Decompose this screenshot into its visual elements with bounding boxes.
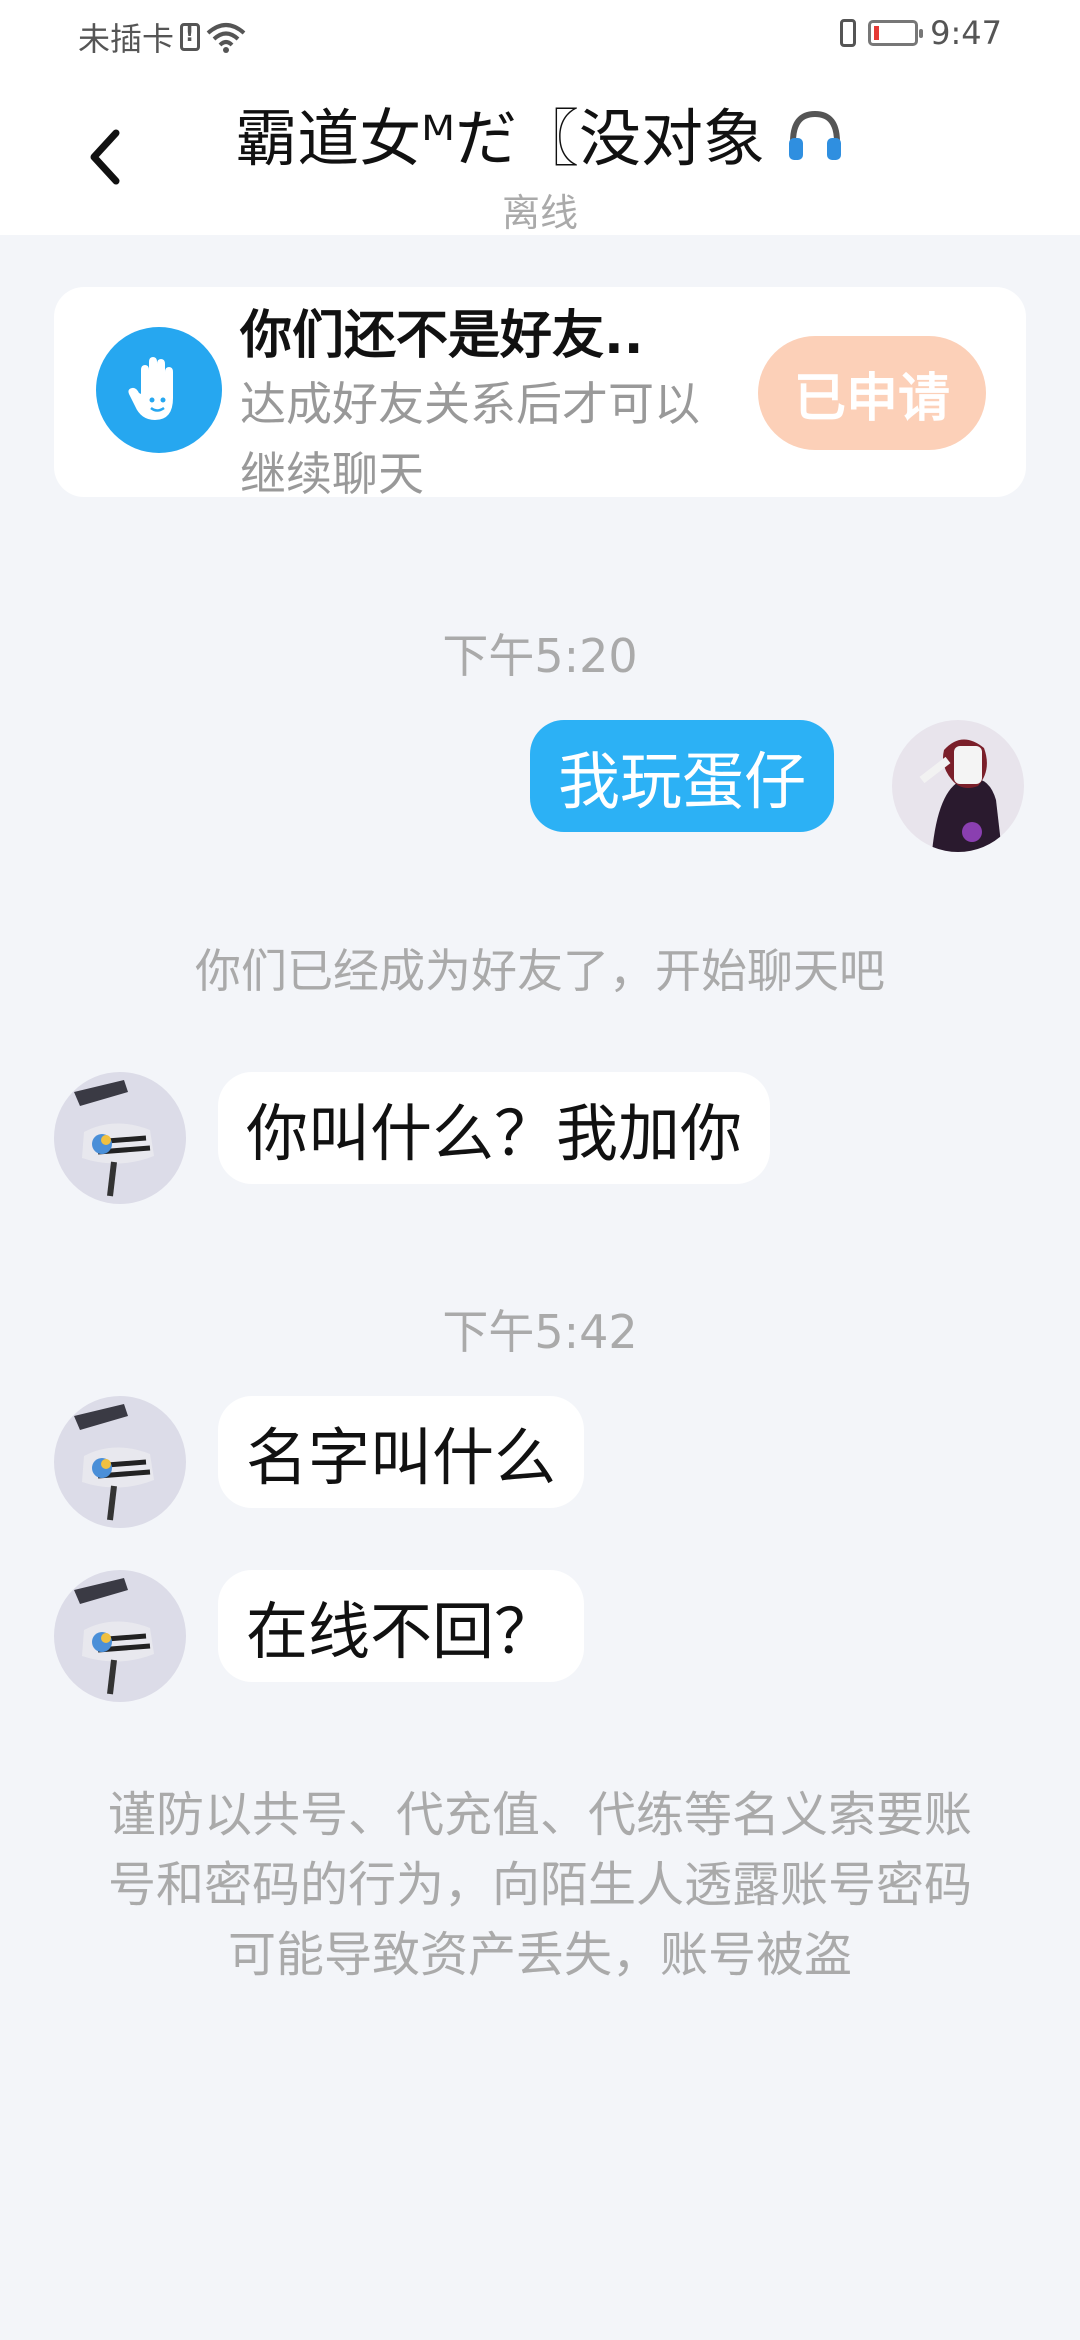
online-status: 离线 <box>501 191 578 235</box>
title-wrap: 霸道女ᴹだ〖没对象 离线 <box>140 88 940 237</box>
wave-icon-circle <box>96 327 222 453</box>
contact-avatar[interactable] <box>54 1396 186 1528</box>
chat-header: 霸道女ᴹだ〖没对象 离线 <box>0 70 1080 235</box>
back-button[interactable] <box>80 122 128 192</box>
incoming-message-bubble[interactable]: 在线不回？ <box>218 1570 585 1682</box>
incoming-message-bubble[interactable]: 你叫什么？我加你 <box>218 1072 771 1184</box>
chevron-left-icon <box>90 129 120 185</box>
friend-card-title: 你们还不是好友.. <box>240 306 644 366</box>
message-timestamp: 下午5:20 <box>442 629 638 683</box>
status-bar: 未插卡 9:47 <box>0 0 1080 70</box>
carrier-text: 未插卡 <box>78 20 175 58</box>
outgoing-message-bubble[interactable]: 我玩蛋仔 <box>530 720 835 832</box>
security-warning: 谨防以共号、代充值、代练等名义索要账号和密码的行为，向陌生人透露账号密码可能导致… <box>107 1787 972 1983</box>
contact-avatar-image <box>54 1570 186 1702</box>
status-right: 9:47 <box>840 14 1002 52</box>
sim-alert-icon <box>180 22 201 51</box>
contact-avatar[interactable] <box>54 1570 186 1702</box>
vibrate-icon <box>840 19 857 47</box>
my-avatar-image <box>892 720 1024 852</box>
battery-icon <box>868 20 924 46</box>
contact-avatar[interactable] <box>54 1072 186 1204</box>
headphones-icon <box>788 110 841 160</box>
incoming-message-bubble[interactable]: 名字叫什么 <box>218 1396 585 1508</box>
status-left: 未插卡 <box>78 14 246 60</box>
message-timestamp: 下午5:42 <box>442 1305 638 1359</box>
applied-button[interactable]: 已申请 <box>758 336 986 450</box>
contact-avatar-image <box>54 1072 186 1204</box>
contact-avatar-image <box>54 1396 186 1528</box>
page-title[interactable]: 霸道女ᴹだ〖没对象 <box>140 88 940 178</box>
contact-name: 霸道女ᴹだ〖没对象 <box>235 102 765 175</box>
friend-card-description: 达成好友关系后才可以继续聊天 <box>240 377 700 501</box>
waving-hand-icon <box>128 357 173 420</box>
system-notice: 你们已经成为好友了，开始聊天吧 <box>195 944 885 998</box>
friend-request-card: 你们还不是好友.. 达成好友关系后才可以继续聊天 已申请 <box>54 287 1026 501</box>
wifi-icon <box>206 23 246 53</box>
clock-text: 9:47 <box>930 14 1002 52</box>
my-avatar[interactable] <box>892 720 1024 852</box>
